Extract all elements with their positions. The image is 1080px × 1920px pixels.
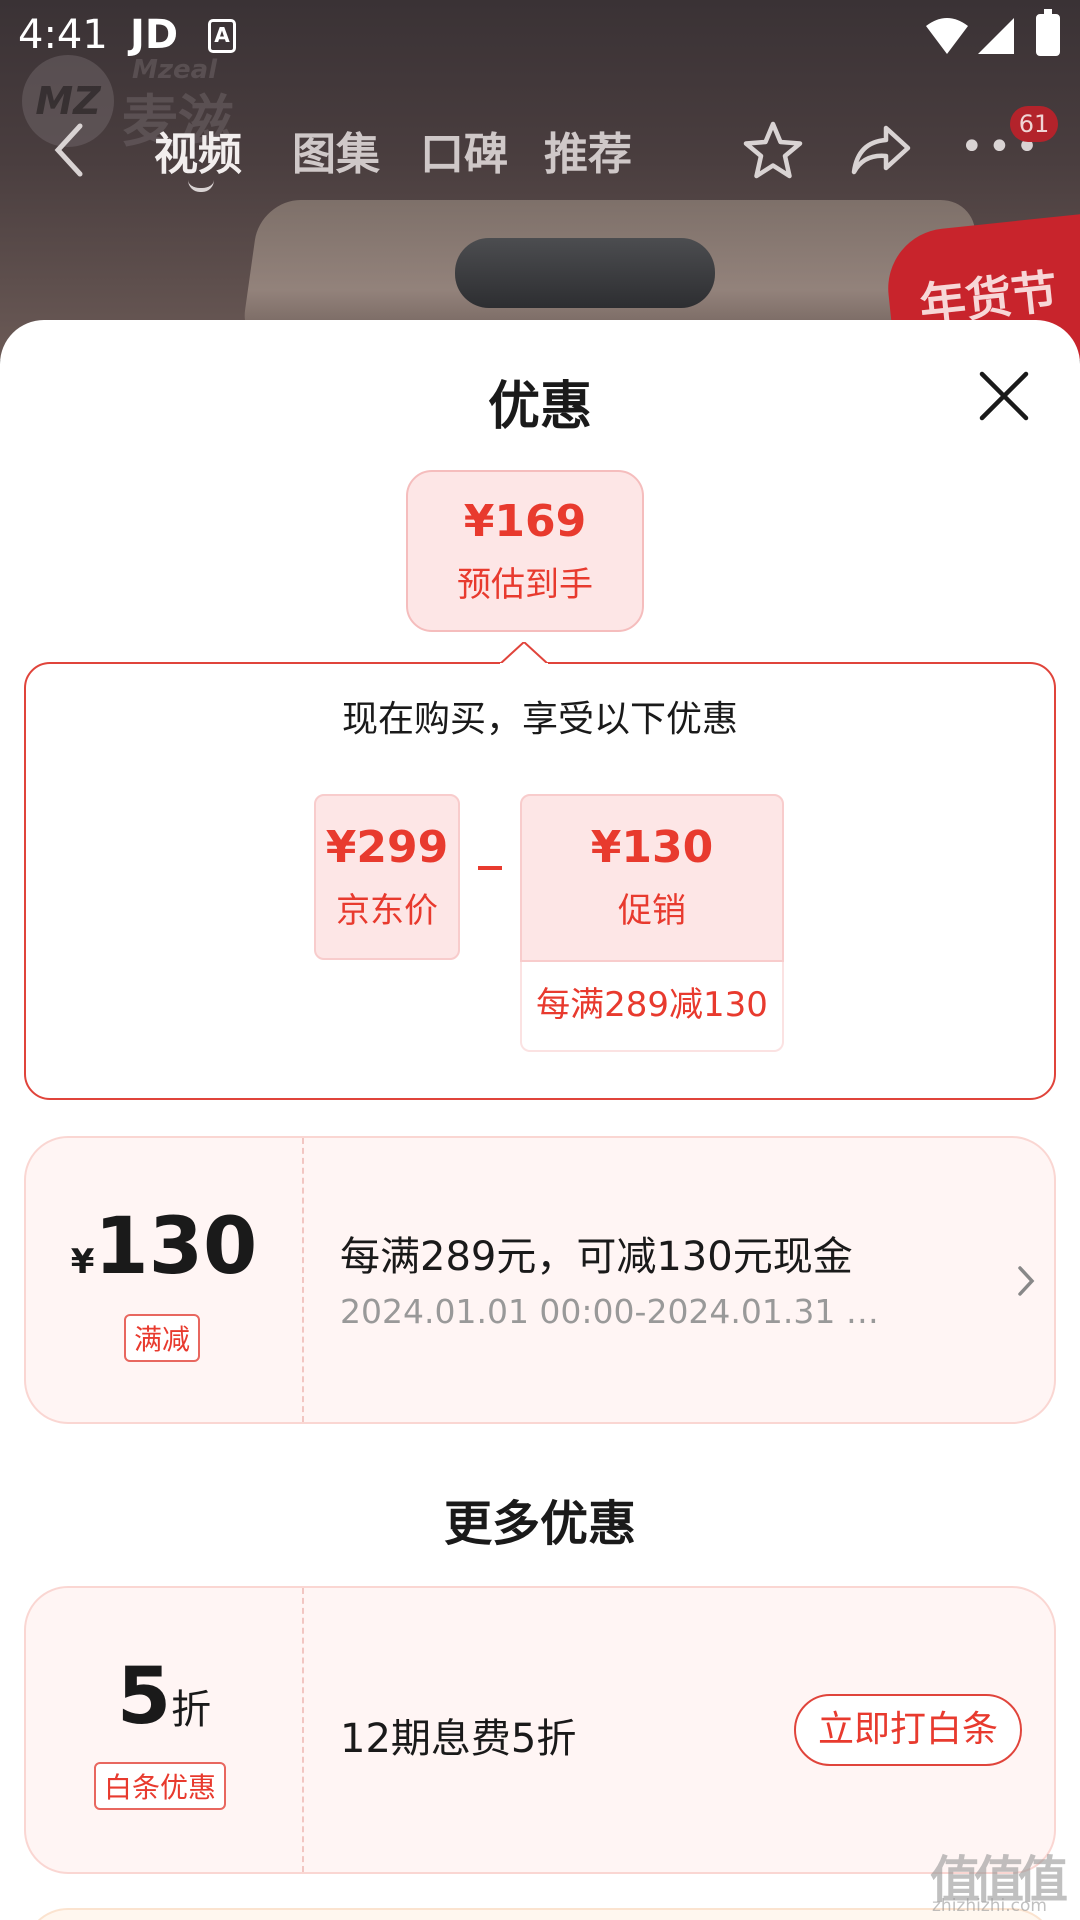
promo-label: 促销 [618, 891, 686, 931]
summary-heading: 现在购买，享受以下优惠 [341, 699, 738, 740]
jd-price-label: 京东价 [336, 891, 438, 931]
coupon-discount-value: 5 [116, 1652, 172, 1742]
jd-price-box: ¥299 京东价 [314, 794, 460, 960]
use-baitiao-button[interactable]: 立即打白条 [794, 1694, 1022, 1766]
estimated-price-bubble: ¥169 预估到手 [406, 470, 644, 632]
more-discounts-title: 更多优惠 [443, 1496, 636, 1552]
coupon-amount-value: 130 [94, 1202, 258, 1292]
coupon-type-tag: 白条优惠 [94, 1762, 227, 1810]
coupon-discount: 5折 [26, 1652, 302, 1742]
discount-sheet: 优惠 ¥169 预估到手 现在购买，享受以下优惠 ¥299 京东价 ¥130 促… [0, 320, 1080, 1920]
tab-video[interactable]: 视频 [154, 118, 242, 182]
coupon-divider [302, 1588, 304, 1872]
tab-gallery[interactable]: 图集 [292, 118, 380, 182]
coupon-card-full-reduction[interactable]: ¥130 满减 每满289元，可减130元现金 2024.01.01 00:00… [24, 1136, 1056, 1424]
battery-icon [1036, 9, 1060, 56]
coupon-discount-unit: 折 [171, 1687, 212, 1733]
status-carrier: JD [130, 12, 179, 58]
coupon-validity: 2024.01.01 00:00-2024.01.31 2... [340, 1292, 880, 1331]
notification-app-icon: A [208, 19, 236, 53]
coupon-title: 12期息费5折 [340, 1716, 577, 1762]
tab-reviews[interactable]: 口碑 [420, 118, 508, 182]
estimated-price-label: 预估到手 [457, 565, 593, 605]
summary-pointer [500, 642, 548, 666]
status-bar: 4:41 JD A [0, 0, 1080, 72]
estimated-price: ¥169 [463, 496, 587, 547]
coupon-currency: ¥ [70, 1242, 95, 1282]
watermark: 值值值 zhizhizhi.com [930, 1840, 1080, 1916]
promo-box: ¥130 促销 [520, 794, 784, 962]
product-handle [455, 238, 715, 308]
wifi-icon [926, 18, 968, 54]
coupon-card-baitiao: 5折 白条优惠 12期息费5折 立即打白条 [24, 1586, 1056, 1874]
tab-recommend[interactable]: 推荐 [544, 118, 632, 182]
top-nav: 视频 图集 口碑 推荐 ••• 61 [0, 100, 1080, 200]
next-coupon-card [24, 1908, 1056, 1920]
share-icon[interactable] [850, 122, 912, 178]
chevron-right-icon[interactable] [1016, 1264, 1036, 1298]
signal-icon [978, 18, 1014, 54]
watermark-domain: zhizhizhi.com [932, 1896, 1047, 1916]
promo-rule: 每满289减130 [520, 962, 784, 1052]
star-icon[interactable] [742, 120, 804, 182]
close-icon[interactable] [976, 368, 1032, 424]
back-icon[interactable] [50, 120, 90, 180]
coupon-title: 每满289元，可减130元现金 [340, 1234, 853, 1280]
active-tab-indicator [188, 180, 214, 192]
sheet-title: 优惠 [487, 377, 592, 437]
promo-value: ¥130 [590, 822, 714, 873]
jd-price-value: ¥299 [325, 822, 449, 873]
message-count-badge: 61 [1010, 106, 1058, 142]
coupon-divider [302, 1138, 304, 1422]
coupon-amount: ¥130 [26, 1202, 302, 1292]
coupon-type-tag: 满减 [124, 1314, 201, 1362]
status-time: 4:41 [18, 12, 108, 58]
minus-sign [478, 866, 502, 870]
